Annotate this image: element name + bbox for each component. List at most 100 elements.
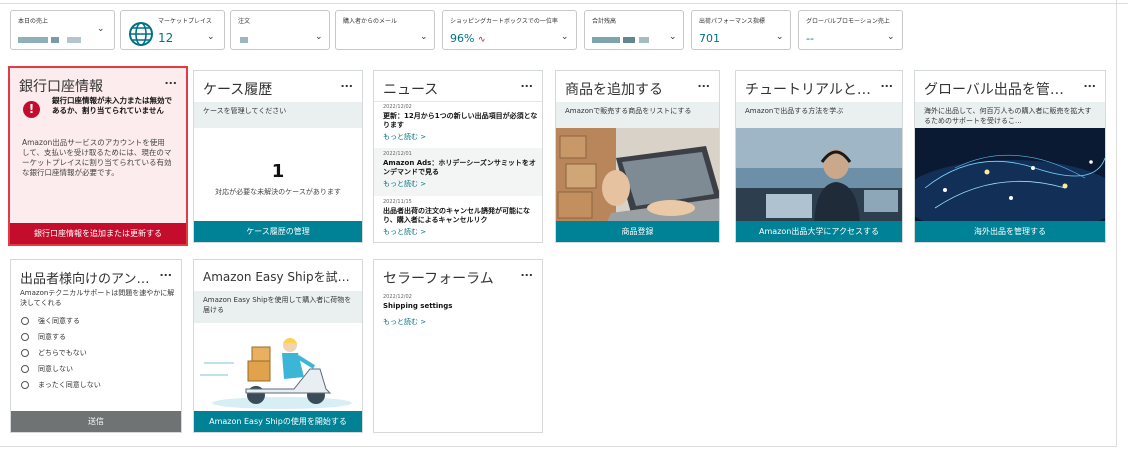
metric-orders[interactable]: 注文 ⌄ <box>230 10 330 50</box>
news-item[interactable]: 2022/12/02 更新：12月から1つの新しい出品項目が必須となります もっ… <box>383 104 538 142</box>
metric-value-number: 96% <box>450 32 475 45</box>
radio-button[interactable] <box>21 381 29 389</box>
card-title: 出品者様向けのアンケ... <box>20 272 155 287</box>
easy-ship-card: Amazon Easy Shipを試す... Amazon Easy Shipを… <box>193 259 363 433</box>
metric-label: 注文 <box>238 18 251 25</box>
metric-buyer-messages[interactable]: 購入者からのメール ⌄ <box>335 10 435 50</box>
blurred-value <box>623 37 635 43</box>
survey-option[interactable]: どちらでもない <box>21 348 87 358</box>
more-options-icon[interactable]: ... <box>1083 77 1096 90</box>
more-options-icon[interactable]: ... <box>697 77 710 90</box>
radio-button[interactable] <box>21 317 29 325</box>
read-more-link[interactable]: もっと読む > <box>383 179 538 189</box>
chevron-down-icon[interactable]: ⌄ <box>561 33 569 42</box>
add-product-button[interactable]: 商品登録 <box>556 221 719 242</box>
card-title: 商品を追加する <box>565 82 663 98</box>
survey-option[interactable]: 同意しない <box>21 364 73 374</box>
trend-down-icon: ∿ <box>477 35 486 45</box>
metric-value: -- <box>806 32 814 45</box>
metric-todays-sales[interactable]: 本日の売上 ⌄ <box>10 10 115 50</box>
global-selling-card: グローバル出品を管理... ... 海外に出品して、何百万人もの購入者に販売を拡… <box>914 70 1106 243</box>
world-network-image <box>915 128 1105 224</box>
option-label: どちらでもない <box>38 349 87 357</box>
read-more-link[interactable]: もっと読む > <box>383 227 538 237</box>
forum-post-title[interactable]: Shipping settings <box>383 302 538 311</box>
card-subtitle: Amazonで出品する方法を学ぶ <box>736 102 902 128</box>
news-title[interactable]: 更新：12月から1つの新しい出品項目が必須となります <box>383 112 538 131</box>
card-title: Amazon Easy Shipを試す... <box>203 270 358 284</box>
radio-button[interactable] <box>21 365 29 373</box>
metric-label: マーケットプレイス <box>158 18 212 25</box>
chevron-down-icon[interactable]: ⌄ <box>887 33 895 42</box>
tutorial-card: チュートリアルとトレ... ... Amazonで出品する方法を学ぶ Amazo… <box>735 70 903 243</box>
metric-shipping-performance[interactable]: 出荷パフォーマンス指標 701 ⌄ <box>691 10 791 50</box>
right-edge <box>1116 0 1117 447</box>
radio-button[interactable] <box>21 333 29 341</box>
survey-option[interactable]: 同意する <box>21 332 66 342</box>
bank-account-card: 銀行口座情報 ... ! 銀行口座情報が未入力または無効であるか、割り当てられて… <box>8 66 188 246</box>
laptop-boxes-image <box>556 128 719 224</box>
survey-option[interactable]: まったく同意しない <box>21 380 101 390</box>
metric-global-promotions[interactable]: グローバルプロモーション売上 -- ⌄ <box>798 10 903 50</box>
seller-forum-card: セラーフォーラム ... 2022/12/02 Shipping setting… <box>373 259 543 433</box>
radio-button[interactable] <box>21 349 29 357</box>
news-item[interactable]: 2022/12/01 Amazon Ads：ホリデーシーズンサミットをオンデマン… <box>383 151 538 189</box>
blurred-value <box>592 37 620 43</box>
option-label: 同意しない <box>38 365 73 373</box>
read-more-link[interactable]: もっと読む > <box>383 317 538 327</box>
chevron-down-icon[interactable]: ⌄ <box>207 33 215 42</box>
news-date: 2022/12/01 <box>383 151 412 157</box>
chevron-down-icon[interactable]: ⌄ <box>669 33 677 42</box>
metric-value: 12 <box>158 31 174 45</box>
submit-survey-button[interactable]: 送信 <box>11 411 181 432</box>
more-options-icon[interactable]: ... <box>880 77 893 90</box>
card-subtitle: Amazonで販売する商品をリストにする <box>556 102 719 128</box>
survey-question: Amazonテクニカルサポートは問題を速やかに解決してくれる <box>20 289 175 307</box>
forum-post[interactable]: 2022/12/02 Shipping settings もっと読む > <box>383 294 538 327</box>
seller-survey-card: 出品者様向けのアンケ... ... Amazonテクニカルサポートは問題を速やか… <box>10 259 182 433</box>
more-options-icon[interactable]: ... <box>520 266 533 279</box>
alert-message: 銀行口座情報が未入力または無効であるか、割り当てられていません <box>52 96 172 116</box>
open-case-description: 対応が必要な未解決のケースがあります <box>215 188 341 196</box>
manage-global-selling-button[interactable]: 海外出品を管理する <box>915 221 1105 242</box>
card-title: グローバル出品を管理... <box>924 82 1074 98</box>
more-options-icon[interactable]: ... <box>164 74 177 87</box>
metric-marketplaces[interactable]: マーケットプレイス 12 ⌄ <box>120 10 225 50</box>
seller-university-button[interactable]: Amazon出品大学にアクセスする <box>736 221 902 242</box>
open-case-count[interactable]: 1 <box>194 161 362 182</box>
news-item[interactable]: 2022/11/15 出品者出荷の注文のキャンセル誘発が可能になり、購入者による… <box>383 199 538 237</box>
headset-person-image <box>736 128 902 224</box>
chevron-down-icon[interactable]: ⌄ <box>776 33 784 42</box>
add-bank-account-button[interactable]: 銀行口座情報を追加または更新する <box>10 223 186 244</box>
metric-label: 出荷パフォーマンス指標 <box>699 18 765 25</box>
metric-buy-box[interactable]: ショッピングカートボックスでの一位率 96% ∿ ⌄ <box>442 10 577 50</box>
more-options-icon[interactable]: ... <box>159 266 172 279</box>
chevron-down-icon[interactable]: ⌄ <box>97 25 105 34</box>
metric-label: 本日の売上 <box>18 18 49 25</box>
news-card: ニュース ... 2022/12/02 更新：12月から1つの新しい出品項目が必… <box>373 70 543 243</box>
chevron-down-icon[interactable]: ⌄ <box>315 33 323 42</box>
read-more-link[interactable]: もっと読む > <box>383 132 538 142</box>
card-title: 銀行口座情報 <box>19 79 103 95</box>
start-easy-ship-button[interactable]: Amazon Easy Shipの使用を開始する <box>194 411 362 432</box>
header-edge <box>0 0 1128 4</box>
blurred-value <box>67 37 81 43</box>
bottom-edge <box>0 446 1117 447</box>
metric-total-balance[interactable]: 合計残高 ⌄ <box>584 10 684 50</box>
alert-icon: ! <box>23 101 40 118</box>
survey-option[interactable]: 強く同意する <box>21 316 80 326</box>
metric-value: 701 <box>699 32 720 45</box>
news-title[interactable]: 出品者出荷の注文のキャンセル誘発が可能になり、購入者によるキャンセルリク <box>383 207 538 226</box>
news-title[interactable]: Amazon Ads：ホリデーシーズンサミットをオンデマンドで見る <box>383 159 538 178</box>
card-title: セラーフォーラム <box>383 271 494 287</box>
news-date: 2022/12/02 <box>383 104 412 110</box>
more-options-icon[interactable]: ... <box>340 77 353 90</box>
metric-label: 合計残高 <box>592 18 617 25</box>
manage-cases-button[interactable]: ケース履歴の管理 <box>194 221 362 242</box>
bank-description: Amazon出品サービスのアカウントを使用して、支払いを受け取るためには、現在の… <box>22 138 172 178</box>
more-options-icon[interactable]: ... <box>520 77 533 90</box>
metric-label: 購入者からのメール <box>343 18 398 25</box>
card-subtitle: ケースを管理してください <box>194 102 362 128</box>
globe-icon <box>129 22 153 46</box>
chevron-down-icon[interactable]: ⌄ <box>420 33 428 42</box>
